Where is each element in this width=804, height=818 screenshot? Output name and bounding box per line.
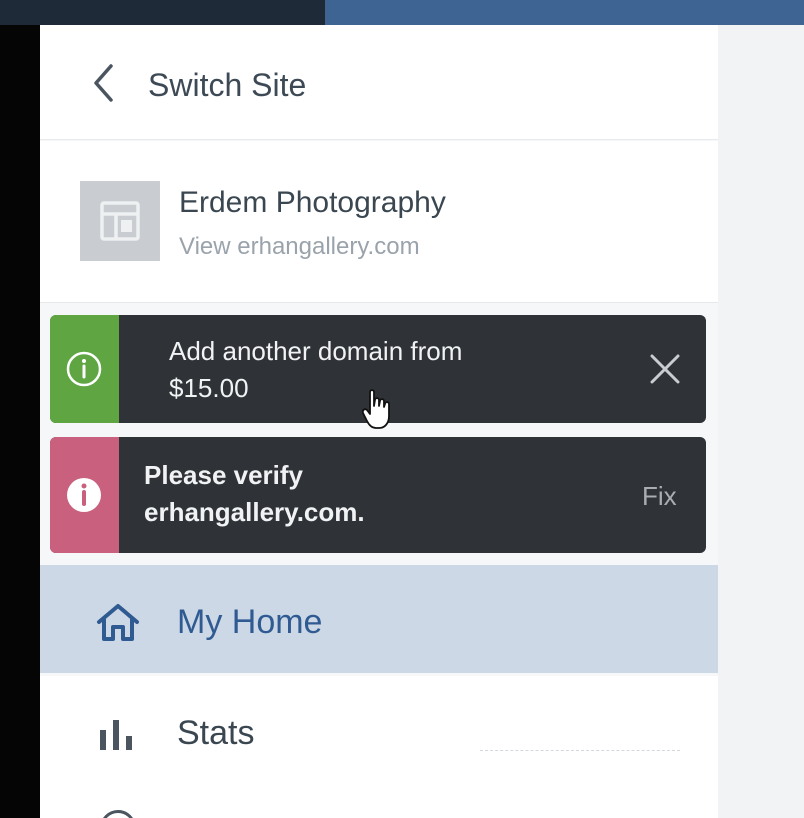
verify-email-notice[interactable]: Please verify erhangallery.com. Fix xyxy=(50,437,706,553)
site-card[interactable]: Erdem Photography View erhangallery.com xyxy=(40,141,718,303)
window-edge xyxy=(0,25,40,818)
main-content xyxy=(718,25,804,818)
notice-accent xyxy=(50,315,119,423)
hand-cursor-icon xyxy=(362,389,390,429)
info-filled-icon xyxy=(67,478,101,512)
switch-site-label: Switch Site xyxy=(148,67,307,103)
masterbar-left xyxy=(0,0,325,25)
fix-button[interactable]: Fix xyxy=(642,481,677,512)
bar-chart-icon xyxy=(100,720,132,750)
notice-accent xyxy=(50,437,119,553)
notice-line-1: Add another domain from xyxy=(169,336,463,366)
notice-line-1: Please verify xyxy=(144,460,304,490)
divider xyxy=(480,750,680,751)
site-thumbnail xyxy=(80,181,160,261)
sidebar-item-label: My Home xyxy=(177,603,323,641)
site-name: Erdem Photography xyxy=(179,186,446,219)
circle-icon xyxy=(100,810,136,818)
close-icon[interactable] xyxy=(648,352,682,386)
view-site-link[interactable]: View erhangallery.com xyxy=(179,233,420,261)
info-circle-icon xyxy=(66,351,102,387)
layout-icon xyxy=(100,201,140,241)
sidebar-item-partial[interactable] xyxy=(40,784,718,818)
sidebar-item-label: Stats xyxy=(177,714,255,752)
home-icon xyxy=(97,604,139,641)
notice-message: Add another domain from $15.00 xyxy=(169,333,462,407)
chevron-left-icon xyxy=(94,64,113,102)
notice-message: Please verify erhangallery.com. xyxy=(144,457,365,531)
sidebar-item-stats[interactable]: Stats xyxy=(40,676,718,784)
masterbar-right xyxy=(325,0,804,25)
notice-line-2: $15.00 xyxy=(169,373,249,403)
sidebar-item-my-home[interactable]: My Home xyxy=(40,565,718,673)
switch-site-button[interactable]: Switch Site xyxy=(40,25,718,140)
notice-line-2: erhangallery.com. xyxy=(144,497,365,527)
